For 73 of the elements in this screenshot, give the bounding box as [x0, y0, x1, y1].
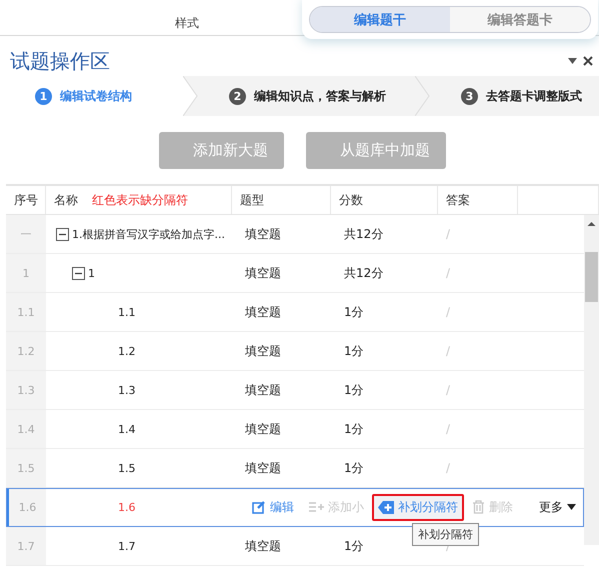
trash-icon [472, 500, 485, 514]
score-cell: 1分 [344, 460, 364, 476]
column-header: 分数 [339, 192, 363, 208]
score-cell: 1分 [344, 304, 364, 320]
score-cell: 1分 [344, 382, 364, 398]
step-chevron-icon [415, 76, 431, 116]
style-label: 样式 [175, 15, 199, 32]
table-row[interactable]: 1.3 1.3 填空题 1分 / [6, 371, 584, 410]
panel-title: 试题操作区 [10, 48, 110, 74]
type-cell: 填空题 [245, 342, 281, 360]
question-name: 1.3 [118, 384, 136, 396]
tooltip: 补划分隔符 [412, 523, 479, 546]
edit-icon [252, 500, 266, 514]
table-row[interactable]: 1.2 1.2 填空题 1分 / [6, 332, 584, 371]
hint-text: 红色表示缺分隔符 [92, 192, 188, 208]
collapse-toggle[interactable] [72, 266, 85, 280]
answer-cell: / [446, 422, 450, 436]
row-index: 1.4 [6, 410, 46, 448]
row-index: 1.7 [6, 527, 46, 565]
column-header: 序号 [14, 192, 38, 208]
close-icon[interactable] [583, 56, 593, 66]
scroll-thumb[interactable] [585, 252, 598, 302]
row-index: 1.2 [6, 332, 46, 370]
score-cell: 1分 [344, 538, 364, 554]
add-list-icon [308, 501, 324, 513]
score-cell: 1分 [344, 420, 364, 438]
question-name: 1.1 [118, 306, 136, 318]
type-cell: 填空题 [245, 382, 281, 398]
dropdown-icon[interactable] [568, 58, 577, 64]
row-index: 一 [6, 215, 46, 253]
edit-button[interactable]: 编辑 [246, 494, 300, 520]
collapse-toggle[interactable] [56, 228, 69, 240]
answer-cell: / [446, 305, 450, 319]
table-row[interactable]: 1.1 1.1 填空题 1分 / [6, 293, 584, 332]
answer-cell: / [446, 461, 450, 475]
column-header: 题型 [240, 192, 264, 208]
answer-cell: / [446, 344, 450, 358]
type-cell: 填空题 [245, 304, 281, 320]
type-cell: 填空题 [245, 420, 281, 438]
more-menu-button[interactable]: 更多 [533, 498, 582, 516]
type-cell: 填空题 [245, 538, 281, 554]
plus-tag-icon [378, 500, 394, 514]
row-index: 1.1 [6, 293, 46, 331]
caret-icon [567, 504, 576, 510]
table-row[interactable]: 一 1.根据拼音写汉字或给加点字... 填空题 共12分 / [6, 215, 584, 254]
table-row[interactable]: 1.4 1.4 填空题 1分 / [6, 410, 584, 449]
answer-cell: / [446, 227, 450, 241]
column-header: 答案 [446, 192, 470, 208]
answer-cell: / [446, 383, 450, 397]
step-tab[interactable]: 3 去答题卡调整版式 [431, 76, 598, 116]
question-name: 1.根据拼音写汉字或给加点字... [72, 226, 225, 242]
step-tab[interactable]: 2 编辑知识点，答案与解析 [199, 76, 415, 116]
type-cell: 填空题 [245, 226, 281, 242]
row-index: 1 [6, 254, 46, 292]
answer-cell: / [446, 266, 450, 280]
type-cell: 填空题 [245, 460, 281, 476]
row-index: 1.5 [6, 449, 46, 487]
question-name: 1.4 [118, 422, 136, 436]
table-row[interactable]: 1 1 填空题 共12分 / [6, 254, 584, 293]
row-index: 1.3 [6, 371, 46, 409]
score-cell: 共12分 [344, 264, 384, 282]
column-header: 名称 [54, 192, 78, 208]
score-cell: 共12分 [344, 226, 384, 242]
question-name: 1.7 [118, 540, 136, 552]
score-cell: 1分 [344, 342, 364, 360]
scrollbar[interactable] [584, 215, 599, 545]
question-name: 1.5 [118, 462, 136, 474]
row-index: 1.6 [6, 488, 46, 526]
question-name: 1.2 [118, 344, 136, 358]
table-row[interactable]: 1.5 1.5 填空题 1分 / [6, 449, 584, 488]
question-name: 1 [88, 266, 95, 280]
question-name: 1.6 [118, 500, 136, 514]
type-cell: 填空题 [245, 264, 281, 282]
